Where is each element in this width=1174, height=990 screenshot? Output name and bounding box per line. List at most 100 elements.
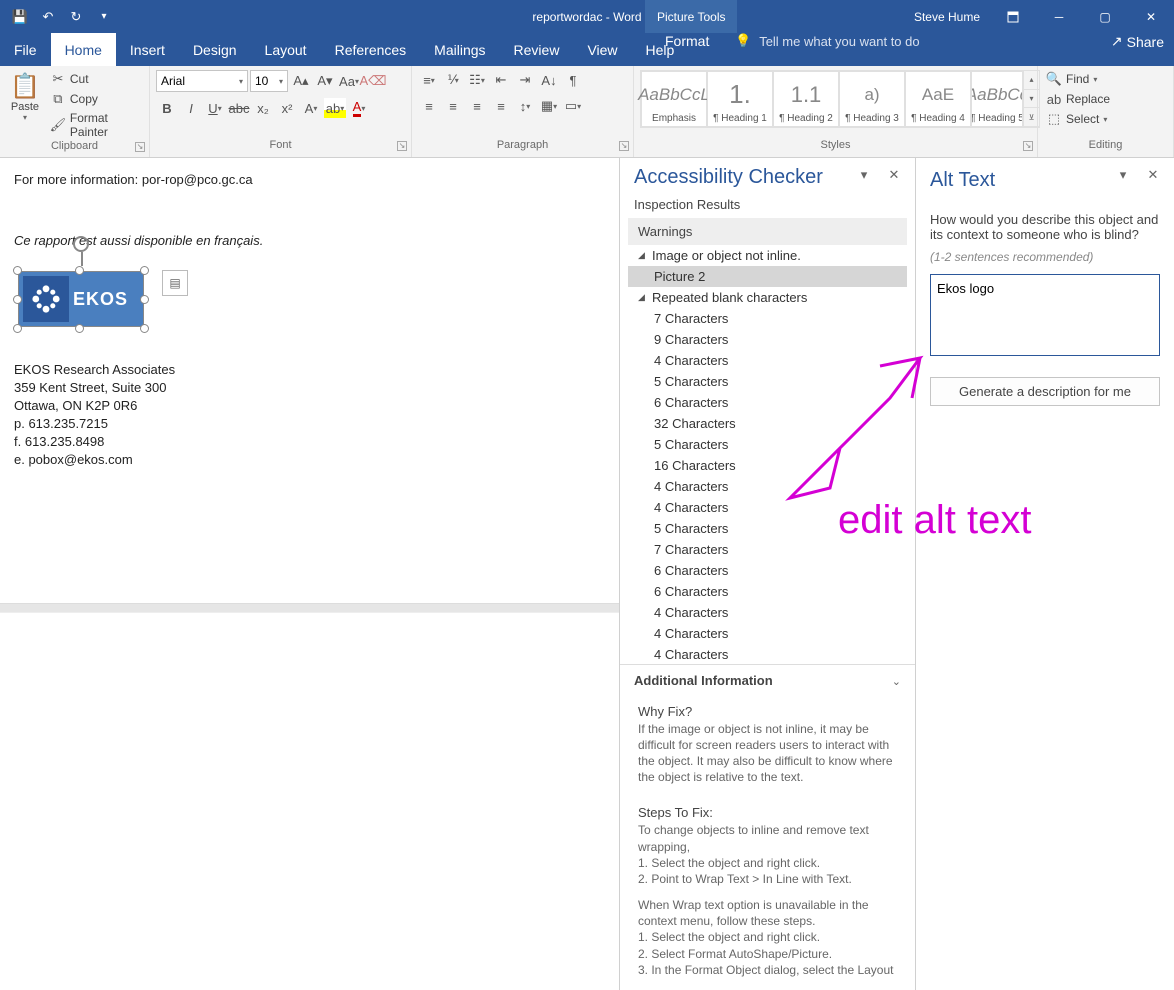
style-heading5[interactable]: AaBbCc¶ Heading 5 <box>971 71 1023 127</box>
tab-home[interactable]: Home <box>51 33 116 66</box>
warning-item-characters[interactable]: 4 Characters <box>628 602 907 623</box>
warning-item-characters[interactable]: 5 Characters <box>628 518 907 539</box>
styles-down-icon[interactable]: ▾ <box>1024 90 1039 109</box>
align-center-button[interactable]: ≡ <box>442 96 464 116</box>
document-page[interactable]: For more information: por-rop@pco.gc.ca … <box>0 158 619 604</box>
style-heading1[interactable]: 1.¶ Heading 1 <box>707 71 773 127</box>
font-size-combo[interactable]: 10▾ <box>250 70 288 92</box>
font-color-button[interactable]: A▾ <box>348 98 370 118</box>
cut-button[interactable]: ✂Cut <box>48 70 143 88</box>
resize-handle[interactable] <box>13 324 22 333</box>
sort-button[interactable]: A↓ <box>538 70 560 90</box>
style-heading4[interactable]: AaE¶ Heading 4 <box>905 71 971 127</box>
styles-up-icon[interactable]: ▴ <box>1024 71 1039 90</box>
clipboard-dialog-launcher[interactable]: ↘ <box>135 142 145 152</box>
paragraph-dialog-launcher[interactable]: ↘ <box>619 141 629 151</box>
layout-options-button[interactable]: ▤ <box>162 270 188 296</box>
warning-item-characters[interactable]: 32 Characters <box>628 413 907 434</box>
warning-item-characters[interactable]: 4 Characters <box>628 644 907 663</box>
warning-item-picture2[interactable]: Picture 2 <box>628 266 907 287</box>
warning-item-characters[interactable]: 4 Characters <box>628 497 907 518</box>
tab-layout[interactable]: Layout <box>251 33 321 66</box>
bold-button[interactable]: B <box>156 98 178 118</box>
find-button[interactable]: 🔍Find▾ <box>1044 70 1099 88</box>
maximize-icon[interactable]: ▢ <box>1082 0 1128 33</box>
tab-design[interactable]: Design <box>179 33 251 66</box>
style-heading3[interactable]: a)¶ Heading 3 <box>839 71 905 127</box>
panel-options-icon[interactable]: ▾ <box>853 164 875 186</box>
warning-item-characters[interactable]: 6 Characters <box>628 392 907 413</box>
numbering-button[interactable]: ⅟▾ <box>442 70 464 90</box>
warning-item-characters[interactable]: 9 Characters <box>628 329 907 350</box>
grow-font-button[interactable]: A▴ <box>290 71 312 91</box>
tab-references[interactable]: References <box>321 33 421 66</box>
copy-button[interactable]: ⧉Copy <box>48 90 143 108</box>
font-dialog-launcher[interactable]: ↘ <box>397 141 407 151</box>
styles-dialog-launcher[interactable]: ↘ <box>1023 141 1033 151</box>
tab-file[interactable]: File <box>0 33 51 66</box>
document-next-page[interactable] <box>0 612 619 990</box>
selected-picture[interactable]: EKOS ▤ <box>14 266 148 332</box>
format-painter-button[interactable]: 🖌Format Painter <box>48 110 143 140</box>
bullets-button[interactable]: ≡▾ <box>418 70 440 90</box>
shrink-font-button[interactable]: A▾ <box>314 71 336 91</box>
superscript-button[interactable]: x² <box>276 98 298 118</box>
warning-item-characters[interactable]: 6 Characters <box>628 581 907 602</box>
font-name-combo[interactable]: Arial▾ <box>156 70 248 92</box>
paste-button[interactable]: 📋 Paste ▾ <box>6 70 44 124</box>
warning-item-characters[interactable]: 7 Characters <box>628 308 907 329</box>
italic-button[interactable]: I <box>180 98 202 118</box>
warning-item-characters[interactable]: 5 Characters <box>628 434 907 455</box>
save-icon[interactable]: 💾 <box>6 3 34 31</box>
warning-item-characters[interactable]: 4 Characters <box>628 350 907 371</box>
clear-formatting-button[interactable]: A⌫ <box>362 71 384 91</box>
style-heading2[interactable]: 1.1¶ Heading 2 <box>773 71 839 127</box>
resize-handle[interactable] <box>13 266 22 275</box>
justify-button[interactable]: ≡ <box>490 96 512 116</box>
warning-image-not-inline[interactable]: Image or object not inline. <box>628 245 907 266</box>
warning-item-characters[interactable]: 7 Characters <box>628 539 907 560</box>
highlight-button[interactable]: ab▾ <box>324 98 346 118</box>
resize-handle[interactable] <box>75 324 84 333</box>
subscript-button[interactable]: x₂ <box>252 98 274 118</box>
styles-more-icon[interactable]: ⊻ <box>1024 108 1039 127</box>
additional-info-header[interactable]: Additional Information ⌄ <box>620 664 915 696</box>
increase-indent-button[interactable]: ⇥ <box>514 70 536 90</box>
rotate-handle-icon[interactable] <box>73 236 89 252</box>
warning-item-characters[interactable]: 6 Characters <box>628 560 907 581</box>
tab-mailings[interactable]: Mailings <box>420 33 499 66</box>
show-marks-button[interactable]: ¶ <box>562 70 584 90</box>
panel-close-icon[interactable]: ✕ <box>1142 164 1164 186</box>
text-effects-button[interactable]: A▾ <box>300 98 322 118</box>
style-emphasis[interactable]: AaBbCcLEmphasis <box>641 71 707 127</box>
minimize-icon[interactable]: ─ <box>1036 0 1082 33</box>
line-spacing-button[interactable]: ↕▾ <box>514 96 536 116</box>
styles-gallery[interactable]: AaBbCcLEmphasis 1.¶ Heading 1 1.1¶ Headi… <box>640 70 1040 128</box>
resize-handle[interactable] <box>140 295 149 304</box>
resize-handle[interactable] <box>140 324 149 333</box>
warning-item-characters[interactable]: 16 Characters <box>628 455 907 476</box>
ribbon-display-icon[interactable] <box>990 0 1036 33</box>
decrease-indent-button[interactable]: ⇤ <box>490 70 512 90</box>
warning-item-characters[interactable]: 4 Characters <box>628 476 907 497</box>
warning-item-characters[interactable]: 5 Characters <box>628 371 907 392</box>
borders-button[interactable]: ▭▾ <box>562 96 584 116</box>
select-button[interactable]: ⬚Select▾ <box>1044 110 1109 128</box>
panel-options-icon[interactable]: ▾ <box>1112 164 1134 186</box>
tab-insert[interactable]: Insert <box>116 33 179 66</box>
user-name[interactable]: Steve Hume <box>904 10 990 24</box>
warning-repeated-blanks[interactable]: Repeated blank characters <box>628 287 907 308</box>
shading-button[interactable]: ▦▾ <box>538 96 560 116</box>
tell-me-search[interactable]: 💡 Tell me what you want to do <box>735 33 920 49</box>
redo-icon[interactable]: ↻ <box>62 3 90 31</box>
qat-customize-icon[interactable]: ▾ <box>90 3 118 31</box>
undo-icon[interactable]: ↶ <box>34 3 62 31</box>
close-icon[interactable]: ✕ <box>1128 0 1174 33</box>
resize-handle[interactable] <box>75 266 84 275</box>
align-right-button[interactable]: ≡ <box>466 96 488 116</box>
multilevel-button[interactable]: ☷▾ <box>466 70 488 90</box>
resize-handle[interactable] <box>13 295 22 304</box>
strikethrough-button[interactable]: abc <box>228 98 250 118</box>
panel-close-icon[interactable]: ✕ <box>883 164 905 186</box>
generate-description-button[interactable]: Generate a description for me <box>930 377 1160 406</box>
